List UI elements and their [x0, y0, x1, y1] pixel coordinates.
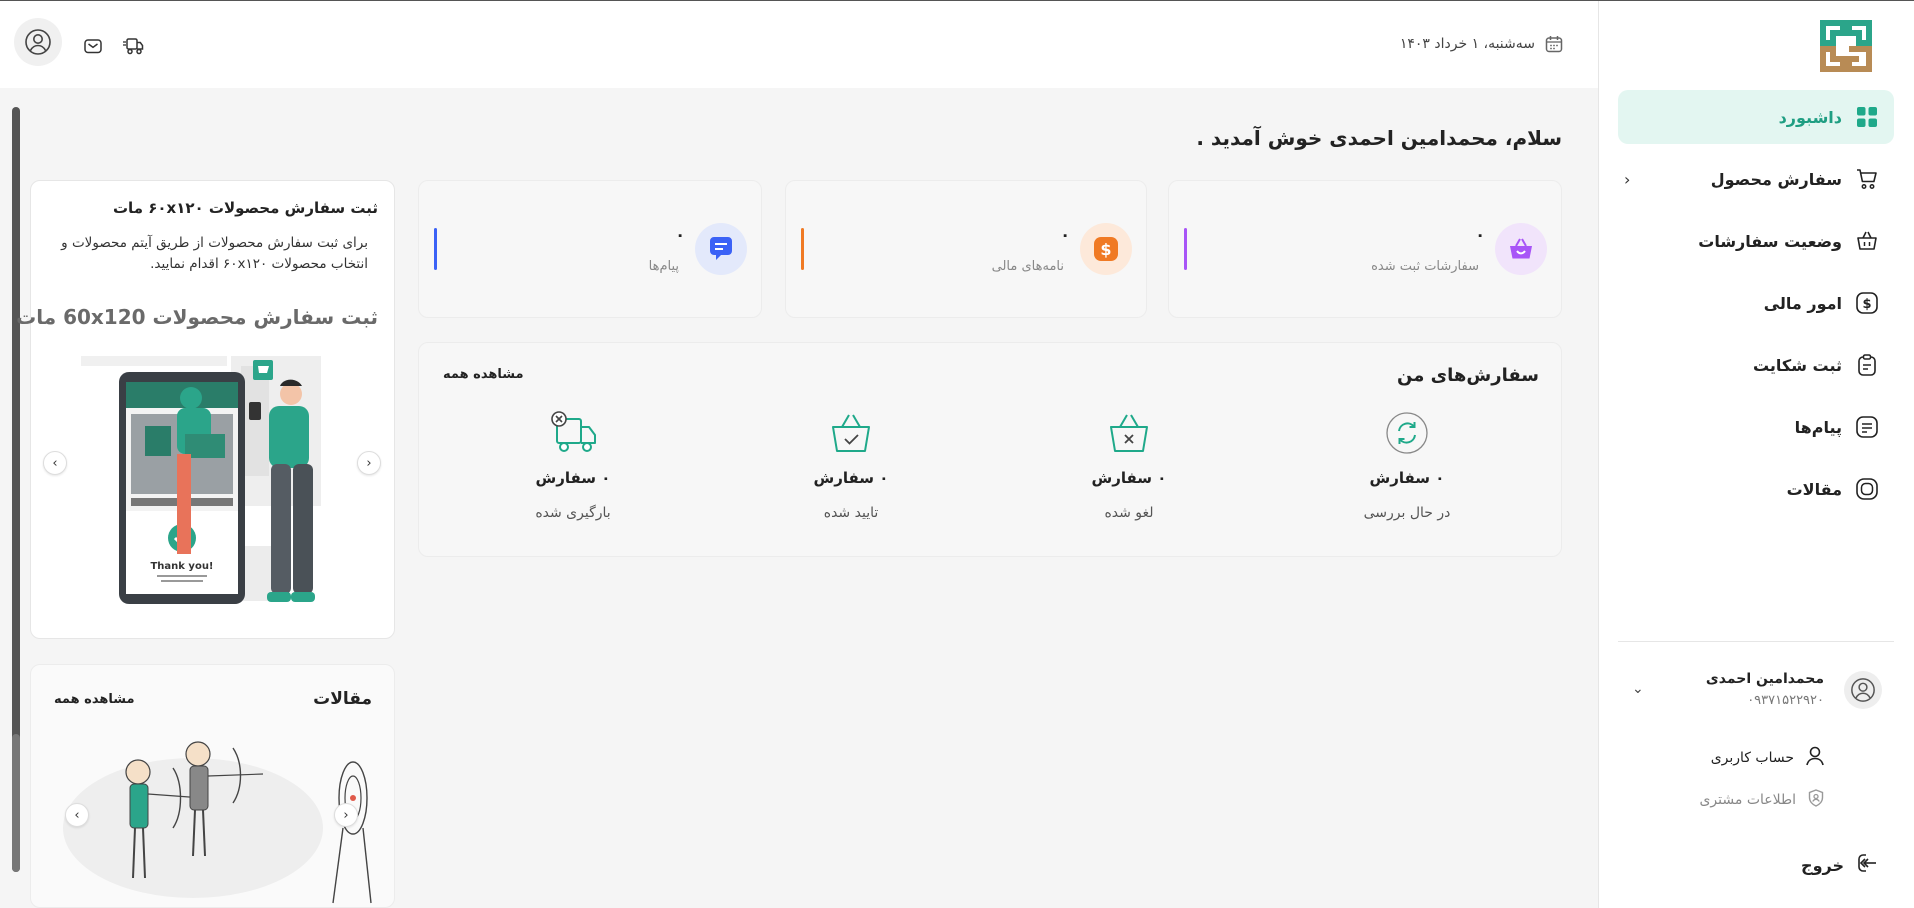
sidebar-item-articles[interactable]: مقالات	[1618, 462, 1894, 516]
promo-banner-text: ثبت سفارش محصولات 60x120 مات	[16, 305, 378, 329]
order-count: ۰ سفارش	[1369, 469, 1445, 487]
orange-dollar-icon: $	[1080, 223, 1132, 275]
refresh-icon	[1383, 409, 1431, 457]
order-count: ۰ سفارش	[813, 469, 889, 487]
order-label: بارگیری شده	[535, 505, 611, 521]
calendar-icon	[1543, 33, 1565, 55]
delivery-illustration[interactable]: Thank you!	[77, 356, 345, 606]
dashboard-grid-icon	[1854, 104, 1880, 130]
carousel-prev-button[interactable]: ‹	[43, 451, 67, 475]
blue-chat-icon	[695, 223, 747, 275]
top-header: سه‌شنبه، ۱ خرداد ۱۴۰۳	[0, 1, 1598, 88]
archery-illustration[interactable]	[53, 728, 373, 908]
user-name: محمدامین احمدی	[1705, 671, 1824, 687]
basket-icon	[1854, 228, 1880, 254]
dollar-icon: $	[1854, 290, 1880, 316]
sidebar-item-label: سفارش محصول	[1710, 169, 1842, 189]
order-status-confirmed[interactable]: ۰ سفارش تایید شده	[791, 409, 911, 521]
sidebar-divider	[1618, 641, 1894, 642]
sidebar-item-product-order[interactable]: سفارش محصول ‹	[1618, 152, 1894, 206]
welcome-greeting: سلام، محمدامین احمدی خوش آمدید .	[1196, 126, 1562, 150]
stat-value: ۰	[1475, 225, 1485, 244]
order-status-loaded[interactable]: ۰ سفارش بارگیری شده	[513, 409, 633, 521]
purple-basket-icon	[1495, 223, 1547, 275]
sidebar-item-label: وضعیت سفارشات	[1698, 231, 1842, 251]
truck-icon	[549, 409, 597, 457]
chevron-left-icon[interactable]: ‹	[1624, 170, 1630, 189]
promo-card: ثبت سفارش محصولات ۶۰x۱۲۰ مات برای ثبت سف…	[16, 180, 395, 639]
articles-prev-button[interactable]: ‹	[65, 803, 89, 827]
sidebar-item-label: ثبت شکایت	[1752, 355, 1842, 375]
logout-label: خروج	[1801, 855, 1844, 875]
sidebar-item-label: مقالات	[1786, 479, 1842, 499]
articles-panel: مقالات مشاهده همه ‹ ›	[30, 664, 395, 908]
promo-title: ثبت سفارش محصولات ۶۰x۱۲۰ مات	[112, 199, 378, 217]
stat-card-registered-orders[interactable]: ۰ سفارشات ثبت شده	[1168, 180, 1562, 318]
svg-text:$: $	[1100, 240, 1111, 259]
my-orders-title: سفارش‌های من	[1397, 365, 1539, 386]
sidebar: داشبورد سفارش محصول ‹ وضعیت سفارشات $ ام…	[1598, 1, 1914, 908]
profile-avatar-button[interactable]	[14, 18, 62, 66]
customer-info-link[interactable]: اطلاعات مشتری	[1699, 788, 1826, 812]
sidebar-item-messages[interactable]: پیام‌ها	[1618, 400, 1894, 454]
brand-logo	[1819, 19, 1873, 73]
clipboard-icon	[1854, 352, 1880, 378]
header-actions	[14, 18, 144, 66]
delivery-truck-icon[interactable]	[122, 35, 144, 57]
customer-info-label: اطلاعات مشتری	[1699, 792, 1796, 808]
phone-thank-you-text: Thank you!	[150, 561, 213, 572]
stat-accent-bar	[801, 228, 804, 270]
date-text: سه‌شنبه، ۱ خرداد ۱۴۰۳	[1399, 36, 1535, 52]
stat-card-financial-letters[interactable]: $ ۰ نامه‌های مالی	[785, 180, 1147, 318]
stat-accent-bar	[434, 228, 437, 270]
stat-value: ۰	[675, 225, 685, 244]
carousel-next-button[interactable]: ›	[357, 451, 381, 475]
logout-icon	[1856, 851, 1880, 879]
message-icon	[1854, 414, 1880, 440]
sidebar-item-complaint[interactable]: ثبت شکایت	[1618, 338, 1894, 392]
order-count: ۰ سفارش	[535, 469, 611, 487]
order-label: لغو شده	[1104, 505, 1154, 521]
sidebar-item-dashboard[interactable]: داشبورد	[1618, 90, 1894, 144]
mail-icon[interactable]	[82, 35, 104, 57]
sidebar-item-label: پیام‌ها	[1794, 417, 1842, 437]
user-phone: ۰۹۳۷۱۵۲۲۹۲۰	[1747, 693, 1824, 708]
account-label: حساب کاربری	[1710, 750, 1794, 766]
order-label: در حال بررسی	[1363, 505, 1451, 521]
basket-check-icon	[827, 409, 875, 457]
order-status-reviewing[interactable]: ۰ سفارش در حال بررسی	[1347, 409, 1467, 521]
my-orders-panel: سفارش‌های من مشاهده همه ۰ سفارش در حال ب…	[418, 342, 1562, 557]
shield-user-icon	[1806, 788, 1826, 812]
article-icon	[1854, 476, 1880, 502]
orders-see-all-link[interactable]: مشاهده همه	[443, 367, 524, 382]
articles-title: مقالات	[313, 689, 372, 709]
promo-description: برای ثبت سفارش محصولات از طریق آیتم محصو…	[61, 235, 368, 272]
sidebar-item-label: امور مالی	[1763, 293, 1842, 313]
date-display: سه‌شنبه، ۱ خرداد ۱۴۰۳	[1400, 33, 1565, 55]
sidebar-user-menu[interactable]: محمدامین احمدی ۰۹۳۷۱۵۲۲۹۲۰ ⌄	[1618, 661, 1894, 721]
cart-icon	[1854, 166, 1880, 192]
stat-label: پیام‌ها	[648, 259, 679, 274]
articles-next-button[interactable]: ›	[334, 803, 358, 827]
order-label: تایید شده	[823, 505, 879, 521]
stat-label: سفارشات ثبت شده	[1371, 259, 1479, 274]
basket-cancel-icon	[1105, 409, 1153, 457]
user-icon	[1804, 745, 1826, 771]
sidebar-item-finance[interactable]: $ امور مالی	[1618, 276, 1894, 330]
sidebar-item-label: داشبورد	[1778, 107, 1842, 127]
chevron-down-icon[interactable]: ⌄	[1632, 681, 1644, 697]
svg-text:$: $	[1862, 297, 1871, 312]
articles-see-all-link[interactable]: مشاهده همه	[54, 692, 135, 707]
order-count: ۰ سفارش	[1091, 469, 1167, 487]
logout-button[interactable]: خروج	[1801, 851, 1880, 879]
stat-label: نامه‌های مالی	[991, 259, 1064, 274]
sidebar-item-order-status[interactable]: وضعیت سفارشات	[1618, 214, 1894, 268]
stat-card-messages[interactable]: ۰ پیام‌ها	[418, 180, 762, 318]
scrollbar-thumb[interactable]	[12, 734, 20, 872]
stat-value: ۰	[1060, 225, 1070, 244]
order-status-cancelled[interactable]: ۰ سفارش لغو شده	[1069, 409, 1189, 521]
user-avatar	[1844, 671, 1882, 709]
stat-accent-bar	[1184, 228, 1187, 270]
account-link[interactable]: حساب کاربری	[1711, 745, 1826, 771]
